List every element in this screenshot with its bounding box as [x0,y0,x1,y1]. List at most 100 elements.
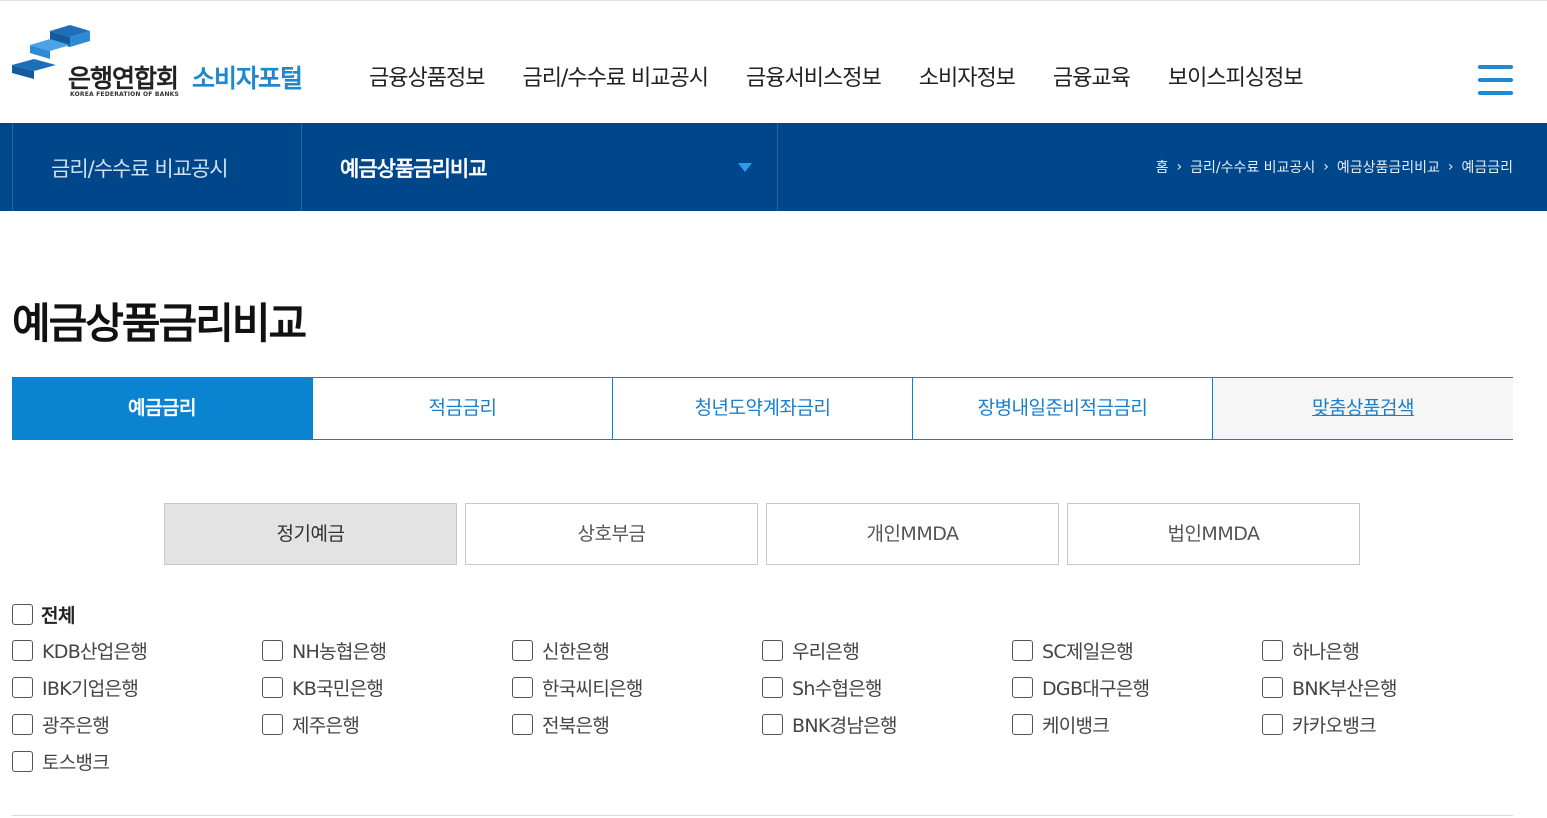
bank-checkbox[interactable]: DGB대구은행 [1012,676,1262,700]
bank-label: 전북은행 [542,714,610,737]
checkbox-box[interactable] [262,676,283,698]
subtab-installment[interactable]: 상호부금 [465,503,758,565]
bank-checkbox[interactable]: IBK기업은행 [12,676,262,700]
page-title: 예금상품금리비교 [12,299,307,348]
subnav-depth1[interactable]: 금리/수수료 비교공시 [12,123,301,211]
gnb-item-services[interactable]: 금융서비스정보 [727,61,900,97]
gnb-item-voice-phishing[interactable]: 보이스피싱정보 [1149,61,1322,97]
bank-label: DGB대구은행 [1042,677,1150,700]
bank-label: KDB산업은행 [42,640,148,663]
bank-checkbox[interactable]: 토스뱅크 [12,750,262,774]
checkbox-box[interactable] [512,713,533,735]
checkbox-box[interactable] [262,639,283,661]
subnav-depth1-label: 금리/수수료 비교공시 [51,157,229,181]
bank-label: 한국씨티은행 [542,677,643,700]
bank-checkbox-list: KDB산업은행 NH농협은행 신한은행 우리은행 SC제일은행 하나은행 IBK… [12,639,1522,774]
bank-checkbox[interactable]: KDB산업은행 [12,639,262,663]
checkbox-box[interactable] [762,639,783,661]
rate-tabs: 예금금리 적금금리 청년도약계좌금리 장병내일준비적금금리 맞춤상품검색 [12,377,1513,440]
bank-checkbox[interactable]: 전북은행 [512,713,762,737]
select-all-checkbox[interactable]: 전체 [12,601,75,628]
gnb-item-rate-compare[interactable]: 금리/수수료 비교공시 [503,61,727,97]
subnav-depth2-label: 예금상품금리비교 [340,157,488,181]
subnav-breadcrumb-area: 홈 › 금리/수수료 비교공시 › 예금상품금리비교 › 예금금리 [777,123,1547,211]
checkbox-box[interactable] [1012,713,1033,735]
breadcrumb-home[interactable]: 홈 [1156,157,1169,177]
bank-checkbox[interactable]: BNK경남은행 [762,713,1012,737]
bank-checkbox[interactable]: 제주은행 [262,713,512,737]
chevron-right-icon: › [1323,159,1329,175]
subtab-corporate-mmda[interactable]: 법인MMDA [1067,503,1360,565]
checkbox-box[interactable] [12,713,33,735]
checkbox-box[interactable] [512,676,533,698]
checkbox-box[interactable] [512,639,533,661]
bank-checkbox[interactable]: SC제일은행 [1012,639,1262,663]
tab-savings-rate[interactable]: 적금금리 [312,378,612,439]
logo-english-text: KOREA FEDERATION OF BANKS [70,91,180,98]
bank-checkbox[interactable]: 케이뱅크 [1012,713,1262,737]
chevron-right-icon: › [1176,159,1183,175]
bank-checkbox[interactable]: 한국씨티은행 [512,676,762,700]
bank-checkbox[interactable]: 광주은행 [12,713,262,737]
divider [12,815,1513,816]
checkbox-box[interactable] [12,750,33,772]
select-all-label: 전체 [41,605,75,627]
bank-checkbox[interactable]: 신한은행 [512,639,762,663]
hamburger-icon[interactable] [1478,65,1514,99]
checkbox-box[interactable] [1262,639,1283,661]
tab-custom-search[interactable]: 맞춤상품검색 [1212,378,1513,439]
bank-checkbox[interactable]: KB국민은행 [262,676,512,700]
logo-portal-text: 소비자포털 [192,64,303,93]
bank-label: 광주은행 [42,714,110,737]
bank-label: SC제일은행 [1042,640,1134,663]
subnav-depth2-dropdown[interactable]: 예금상품금리비교 [301,123,777,211]
bank-label: Sh수협은행 [792,677,883,700]
checkbox-box[interactable] [762,676,783,698]
site-logo[interactable]: 은행연합회 KOREA FEDERATION OF BANKS 소비자포털 [12,25,332,105]
bank-checkbox[interactable]: BNK부산은행 [1262,676,1512,700]
checkbox-box[interactable] [1012,676,1033,698]
bank-label: BNK부산은행 [1292,677,1397,700]
bank-label: 신한은행 [542,640,610,663]
tab-soldier-savings-rate[interactable]: 장병내일준비적금금리 [912,378,1212,439]
bank-label: 케이뱅크 [1042,714,1110,737]
checkbox-box[interactable] [262,713,283,735]
tab-deposit-rate[interactable]: 예금금리 [12,378,312,439]
caret-down-icon [738,163,752,172]
gnb-item-education[interactable]: 금융교육 [1034,61,1149,97]
checkbox-box[interactable] [12,604,33,625]
tab-youth-account-rate[interactable]: 청년도약계좌금리 [612,378,912,439]
checkbox-box[interactable] [12,676,33,698]
bank-checkbox[interactable]: 우리은행 [762,639,1012,663]
checkbox-box[interactable] [1262,713,1283,735]
bank-checkbox[interactable]: 하나은행 [1262,639,1512,663]
bank-checkbox[interactable]: 카카오뱅크 [1262,713,1512,737]
bank-label: 우리은행 [792,640,860,663]
bank-checkbox[interactable]: NH농협은행 [262,639,512,663]
bank-label: KB국민은행 [292,677,384,700]
breadcrumb-current: 예금금리 [1461,160,1513,176]
gnb-item-products[interactable]: 금융상품정보 [350,61,503,97]
global-nav: 금융상품정보 금리/수수료 비교공시 금융서비스정보 소비자정보 금융교육 보이… [350,61,1322,97]
bank-label: 제주은행 [292,714,360,737]
site-header: 은행연합회 KOREA FEDERATION OF BANKS 소비자포털 금융… [0,0,1547,123]
checkbox-box[interactable] [12,639,33,661]
bank-label: NH농협은행 [292,640,387,663]
bank-label: BNK경남은행 [792,714,897,737]
breadcrumb-item[interactable]: 예금상품금리비교 [1337,157,1440,177]
bank-checkbox[interactable]: Sh수협은행 [762,676,1012,700]
sub-nav-bar: 금리/수수료 비교공시 예금상품금리비교 홈 › 금리/수수료 비교공시 › 예… [0,123,1547,211]
checkbox-box[interactable] [762,713,783,735]
bank-label: 하나은행 [1292,640,1360,663]
bank-label: IBK기업은행 [42,677,139,700]
subtab-personal-mmda[interactable]: 개인MMDA [766,503,1059,565]
gnb-item-consumer-info[interactable]: 소비자정보 [900,61,1034,97]
breadcrumb-item[interactable]: 금리/수수료 비교공시 [1190,157,1315,177]
checkbox-box[interactable] [1262,676,1283,698]
bank-label: 토스뱅크 [42,751,110,774]
subtab-fixed-deposit[interactable]: 정기예금 [164,503,457,565]
deposit-type-tabs: 정기예금 상호부금 개인MMDA 법인MMDA [164,503,1360,565]
breadcrumb: 홈 › 금리/수수료 비교공시 › 예금상품금리비교 › 예금금리 [1156,157,1513,177]
logo-korean-text: 은행연합회 [68,64,179,93]
checkbox-box[interactable] [1012,639,1033,661]
